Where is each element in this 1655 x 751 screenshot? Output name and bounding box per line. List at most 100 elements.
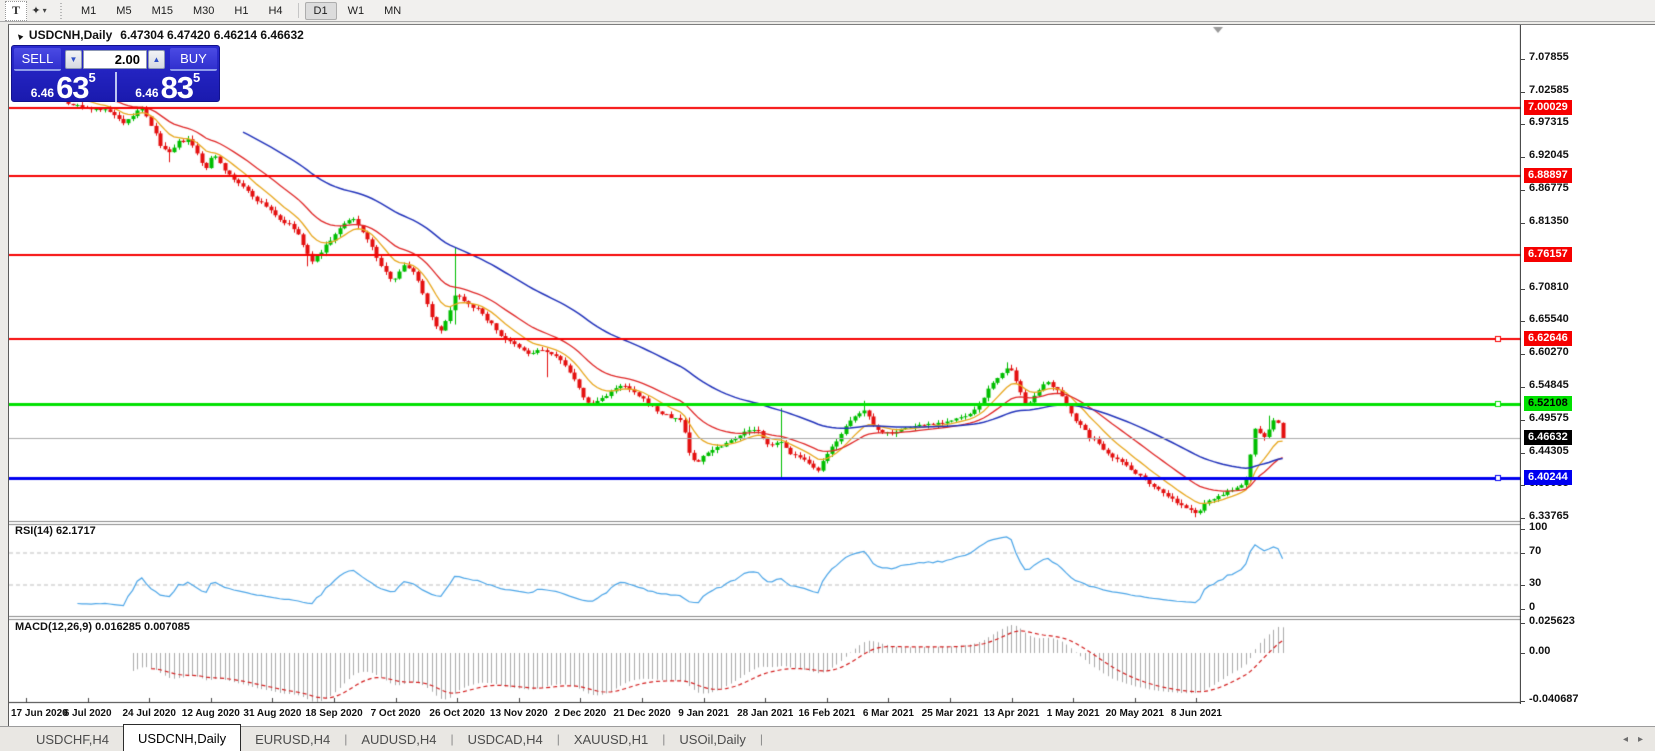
macd-axis-label: 0.025623 <box>1529 615 1575 627</box>
buy-price-prefix: 6.46 <box>135 86 159 100</box>
volume-input[interactable] <box>83 50 147 69</box>
axis-tick <box>1521 622 1525 624</box>
chart-tab-USOilDaily[interactable]: USOil,Daily <box>665 728 759 751</box>
buy-button[interactable]: BUY <box>170 48 217 71</box>
current-price-label: 6.46632 <box>1524 430 1572 445</box>
x-axis-label: 26 Oct 2020 <box>429 708 485 719</box>
trade-panel-prices: 6.46 63 5 6.46 83 5 <box>12 70 220 105</box>
object-arrow-icon: ▲ <box>12 29 27 43</box>
chart-style-button[interactable]: ✦ ▾ <box>29 2 49 20</box>
y-axis-label: 6.44305 <box>1529 445 1569 457</box>
rsi-axis-label: 30 <box>1529 577 1542 589</box>
buy-price[interactable]: 6.46 83 5 <box>117 70 220 105</box>
timeframe-button-M1[interactable]: M1 <box>72 2 105 20</box>
text-tool-button[interactable]: T <box>5 0 27 21</box>
hline-price-label: 6.40244 <box>1524 470 1572 485</box>
hline-price-label: 6.52108 <box>1524 396 1572 411</box>
price-axis[interactable]: 7.07855 7.02585 6.97315 6.92045 6.86775 6.813… <box>1521 25 1655 705</box>
x-axis-label: 28 Jan 2021 <box>737 708 794 719</box>
axis-tick <box>1521 652 1525 654</box>
chart-tab-USDCHFH4[interactable]: USDCHF,H4 <box>22 728 123 751</box>
x-axis-label: 6 Jul 2020 <box>63 708 112 719</box>
timeframe-button-H1[interactable]: H1 <box>225 2 257 20</box>
toolbar-separator <box>297 3 299 18</box>
x-axis-label: 13 Apr 2021 <box>983 708 1040 719</box>
axis-tick <box>1521 386 1525 388</box>
tab-scroll-right-icon[interactable]: ▸ <box>1638 734 1643 745</box>
y-axis-label: 6.97315 <box>1529 116 1569 128</box>
chart-window: ▲ USDCNH,Daily 6.47304 6.47420 6.46214 6.4… <box>8 24 1655 726</box>
axis-tick <box>1521 700 1525 702</box>
chart-title: ▲ USDCNH,Daily 6.47304 6.47420 6.46214 6.4… <box>12 28 304 43</box>
y-axis-label: 6.60270 <box>1529 346 1569 358</box>
sell-price[interactable]: 6.46 63 5 <box>12 70 117 103</box>
tab-scroll-controls: ◂ ▸ <box>1623 734 1655 745</box>
timeframe-button-M30[interactable]: M30 <box>184 2 223 20</box>
axis-tick <box>1521 91 1525 93</box>
chart-tab-EURUSDH4[interactable]: EURUSD,H4 <box>241 728 344 751</box>
hline-price-label: 6.62646 <box>1524 331 1572 346</box>
sell-button[interactable]: SELL <box>14 48 61 71</box>
chart-canvas[interactable] <box>9 25 1521 704</box>
rsi-axis-label: 100 <box>1529 521 1548 533</box>
x-axis-label: 1 May 2021 <box>1046 708 1100 719</box>
chart-tab-list: USDCHF,H4 USDCNH,Daily EURUSD,H4 | AUDUSD,H4… <box>0 724 763 751</box>
axis-tick <box>1521 320 1525 322</box>
x-axis-label: 16 Feb 2021 <box>798 708 856 719</box>
timeframe-button-M15[interactable]: M15 <box>143 2 182 20</box>
macd-axis-label: 0.00 <box>1529 645 1551 657</box>
x-axis-label: 8 Jun 2021 <box>1170 708 1222 719</box>
chart-tab-bar: USDCHF,H4 USDCNH,Daily EURUSD,H4 | AUDUSD,H4… <box>0 724 1655 751</box>
text-tool-icon: T <box>11 3 20 17</box>
y-axis-label: 7.02585 <box>1529 84 1569 96</box>
buy-price-big: 83 <box>160 70 194 105</box>
timeframe-button-H4[interactable]: H4 <box>259 2 291 20</box>
rsi-indicator-label: RSI(14) 62.1717 <box>15 525 96 537</box>
axis-tick <box>1521 123 1525 125</box>
x-axis-label: 21 Dec 2020 <box>613 708 671 719</box>
macd-indicator-label: MACD(12,26,9) 0.016285 0.007085 <box>15 621 190 633</box>
y-axis-label: 6.86775 <box>1529 182 1569 194</box>
chart-tab-XAUUSDH1[interactable]: XAUUSD,H1 <box>560 728 662 751</box>
toolbar-grip <box>58 2 65 19</box>
y-axis-label: 7.07855 <box>1529 51 1569 63</box>
buy-price-pip: 5 <box>193 70 201 85</box>
time-axis[interactable]: 17 Jun 2020 6 Jul 2020 24 Jul 2020 12 Aug 2… <box>9 708 1521 724</box>
chart-tab-AUDUSDH4[interactable]: AUDUSD,H4 <box>347 728 450 751</box>
axis-tick <box>1521 517 1525 519</box>
chart-tab-USDCADH4[interactable]: USDCAD,H4 <box>454 728 557 751</box>
x-axis-label: 6 Mar 2021 <box>862 708 914 719</box>
timeframe-button-M5[interactable]: M5 <box>107 2 140 20</box>
hline-price-label: 6.76157 <box>1524 247 1572 262</box>
x-axis-label: 17 Jun 2020 <box>11 708 68 719</box>
sell-price-prefix: 6.46 <box>30 86 55 100</box>
timeframe-button-W1[interactable]: W1 <box>339 2 374 20</box>
timeframe-button-group: M1 M5 M15 M30 H1 H4 D1 W1 MN <box>71 1 411 20</box>
sell-price-pip: 5 <box>88 70 96 85</box>
axis-tick <box>1521 156 1525 158</box>
tab-scroll-left-icon[interactable]: ◂ <box>1623 734 1628 745</box>
axis-tick <box>1521 58 1525 60</box>
x-axis-label: 13 Nov 2020 <box>489 708 548 719</box>
axis-tick <box>1521 452 1525 454</box>
tab-separator: | <box>759 732 763 746</box>
timeframe-button-D1[interactable]: D1 <box>304 1 337 20</box>
x-axis-label: 9 Jan 2021 <box>678 708 729 719</box>
axis-tick <box>1521 353 1525 355</box>
x-axis-label: 18 Sep 2020 <box>305 708 363 719</box>
x-axis-label: 31 Aug 2020 <box>243 708 302 719</box>
axis-tick <box>1521 552 1525 554</box>
chart-tab-USDCNHDaily[interactable]: USDCNH,Daily <box>122 724 242 751</box>
volume-decrease-button[interactable]: ▼ <box>65 50 82 69</box>
axis-tick <box>1521 419 1525 421</box>
rsi-axis-label: 0 <box>1529 601 1536 613</box>
axis-tick <box>1521 222 1525 224</box>
x-axis-label: 2 Dec 2020 <box>554 708 607 719</box>
x-axis-label: 20 May 2021 <box>1105 708 1164 719</box>
timeframe-button-MN[interactable]: MN <box>375 2 410 20</box>
y-axis-label: 6.65540 <box>1529 313 1569 325</box>
volume-increase-button[interactable]: ▲ <box>148 50 165 69</box>
axis-tick <box>1521 528 1525 530</box>
hline-price-label: 7.00029 <box>1524 100 1572 115</box>
toolbar: T ✦ ▾ M1 M5 M15 M30 H1 H4 D1 W1 MN <box>0 0 1655 22</box>
